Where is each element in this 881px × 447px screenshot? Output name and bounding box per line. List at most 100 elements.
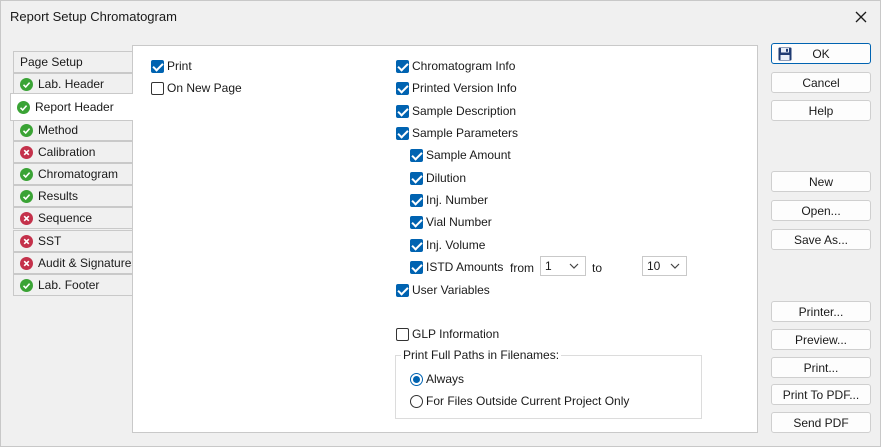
checkbox-box [151, 59, 164, 73]
radio-always[interactable]: Always [410, 372, 464, 386]
check-circle-icon [20, 167, 33, 181]
radio-outside-label: For Files Outside Current Project Only [426, 394, 630, 408]
radio-button [410, 372, 423, 386]
istd-from-select[interactable]: 1 [540, 256, 586, 276]
sample-parameters-checkbox[interactable]: Sample Parameters [396, 126, 518, 140]
preview-button[interactable]: Preview... [771, 329, 871, 350]
checkbox-box [396, 104, 409, 118]
send-pdf-button[interactable]: Send PDF [771, 412, 871, 433]
glp-information-checkbox[interactable]: GLP Information [396, 327, 499, 341]
full-paths-group-label: Print Full Paths in Filenames: [401, 348, 562, 362]
checkbox-box [396, 81, 409, 95]
ok-label: OK [812, 46, 830, 61]
printed-version-info-label: Printed Version Info [412, 81, 517, 95]
tab-results[interactable]: Results [13, 185, 132, 207]
user-variables-checkbox[interactable]: User Variables [396, 283, 490, 297]
tab-label: Sequence [38, 211, 93, 225]
check-circle-icon [20, 77, 33, 91]
chevron-down-icon [569, 263, 579, 269]
checkbox-box [410, 215, 423, 229]
tab-label: Report Header [35, 100, 114, 114]
x-circle-icon [20, 211, 33, 225]
print-to-pdf-label: Print To PDF... [782, 387, 860, 402]
sample-amount-checkbox[interactable]: Sample Amount [410, 148, 511, 162]
user-variables-label: User Variables [412, 283, 490, 297]
tab-page-setup[interactable]: Page Setup [13, 51, 132, 73]
tab-chromatogram[interactable]: Chromatogram [13, 163, 132, 185]
tab-label: Lab. Header [38, 77, 105, 91]
close-icon [855, 11, 867, 23]
new-button[interactable]: New [771, 171, 871, 192]
chromatogram-info-checkbox[interactable]: Chromatogram Info [396, 59, 515, 73]
tab-label: Page Setup [20, 55, 83, 69]
title-bar: Report Setup Chromatogram [1, 1, 880, 33]
send-pdf-label: Send PDF [793, 415, 849, 430]
cancel-label: Cancel [802, 75, 840, 90]
inj-volume-label: Inj. Volume [426, 238, 486, 252]
radio-outside-project[interactable]: For Files Outside Current Project Only [410, 394, 629, 408]
floppy-disk-icon [778, 47, 792, 61]
open-button[interactable]: Open... [771, 200, 871, 221]
cancel-button[interactable]: Cancel [771, 72, 871, 93]
report-header-panel: Print On New Page Chromatogram Info Prin… [132, 45, 758, 433]
checkbox-box [410, 171, 423, 185]
print-to-pdf-button[interactable]: Print To PDF... [771, 384, 871, 405]
report-setup-dialog: Report Setup Chromatogram Page Setup Lab… [0, 0, 881, 447]
x-circle-icon [20, 145, 33, 159]
check-circle-icon [20, 278, 33, 292]
inj-number-checkbox[interactable]: Inj. Number [410, 193, 488, 207]
on-new-page-checkbox[interactable]: On New Page [151, 81, 242, 95]
tab-sst[interactable]: SST [13, 230, 132, 252]
check-circle-icon [17, 100, 30, 114]
tab-label: SST [38, 234, 62, 248]
istd-to-select[interactable]: 10 [642, 256, 687, 276]
sample-parameters-label: Sample Parameters [412, 126, 519, 140]
tab-lab-footer[interactable]: Lab. Footer [13, 274, 132, 296]
check-circle-icon [20, 189, 33, 203]
print-button-label: Print... [803, 360, 839, 375]
printer-button[interactable]: Printer... [771, 301, 871, 322]
tab-label: Audit & Signatures [38, 256, 138, 270]
sample-description-label: Sample Description [412, 104, 517, 118]
tab-method[interactable]: Method [13, 119, 132, 141]
sample-description-checkbox[interactable]: Sample Description [396, 104, 516, 118]
checkbox-box [410, 238, 423, 252]
open-label: Open... [801, 203, 841, 218]
print-button[interactable]: Print... [771, 357, 871, 378]
check-circle-icon [20, 123, 33, 137]
close-button[interactable] [846, 3, 876, 31]
glp-information-label: GLP Information [412, 327, 500, 341]
sample-amount-label: Sample Amount [426, 148, 511, 162]
vial-number-checkbox[interactable]: Vial Number [410, 215, 492, 229]
dilution-checkbox[interactable]: Dilution [410, 171, 466, 185]
print-checkbox[interactable]: Print [151, 59, 192, 73]
on-new-page-label: On New Page [167, 81, 242, 95]
tab-label: Method [38, 123, 79, 137]
tab-sequence[interactable]: Sequence [13, 207, 132, 229]
full-paths-group [395, 355, 702, 419]
radio-always-label: Always [426, 372, 465, 386]
tab-audit-signatures[interactable]: Audit & Signatures [13, 252, 137, 274]
checkbox-box [410, 193, 423, 207]
istd-amounts-label: ISTD Amounts [426, 260, 504, 274]
inj-number-label: Inj. Number [426, 193, 489, 207]
x-circle-icon [20, 256, 33, 270]
tab-calibration[interactable]: Calibration [13, 141, 132, 163]
istd-to-label: to [592, 261, 603, 275]
checkbox-box [410, 260, 423, 274]
ok-button[interactable]: OK [771, 43, 871, 64]
inj-volume-checkbox[interactable]: Inj. Volume [410, 238, 485, 252]
tab-report-header[interactable]: Report Header [10, 93, 133, 121]
printed-version-info-checkbox[interactable]: Printed Version Info [396, 81, 517, 95]
checkbox-box [396, 59, 409, 73]
help-label: Help [808, 103, 834, 118]
chromatogram-info-label: Chromatogram Info [412, 59, 516, 73]
new-label: New [808, 174, 833, 189]
tab-label: Results [38, 189, 79, 203]
chevron-down-icon [670, 263, 680, 269]
help-button[interactable]: Help [771, 100, 871, 121]
tab-lab-header[interactable]: Lab. Header [13, 73, 132, 95]
printer-label: Printer... [798, 304, 844, 319]
save-as-button[interactable]: Save As... [771, 229, 871, 250]
istd-amounts-checkbox[interactable]: ISTD Amounts [410, 260, 503, 274]
